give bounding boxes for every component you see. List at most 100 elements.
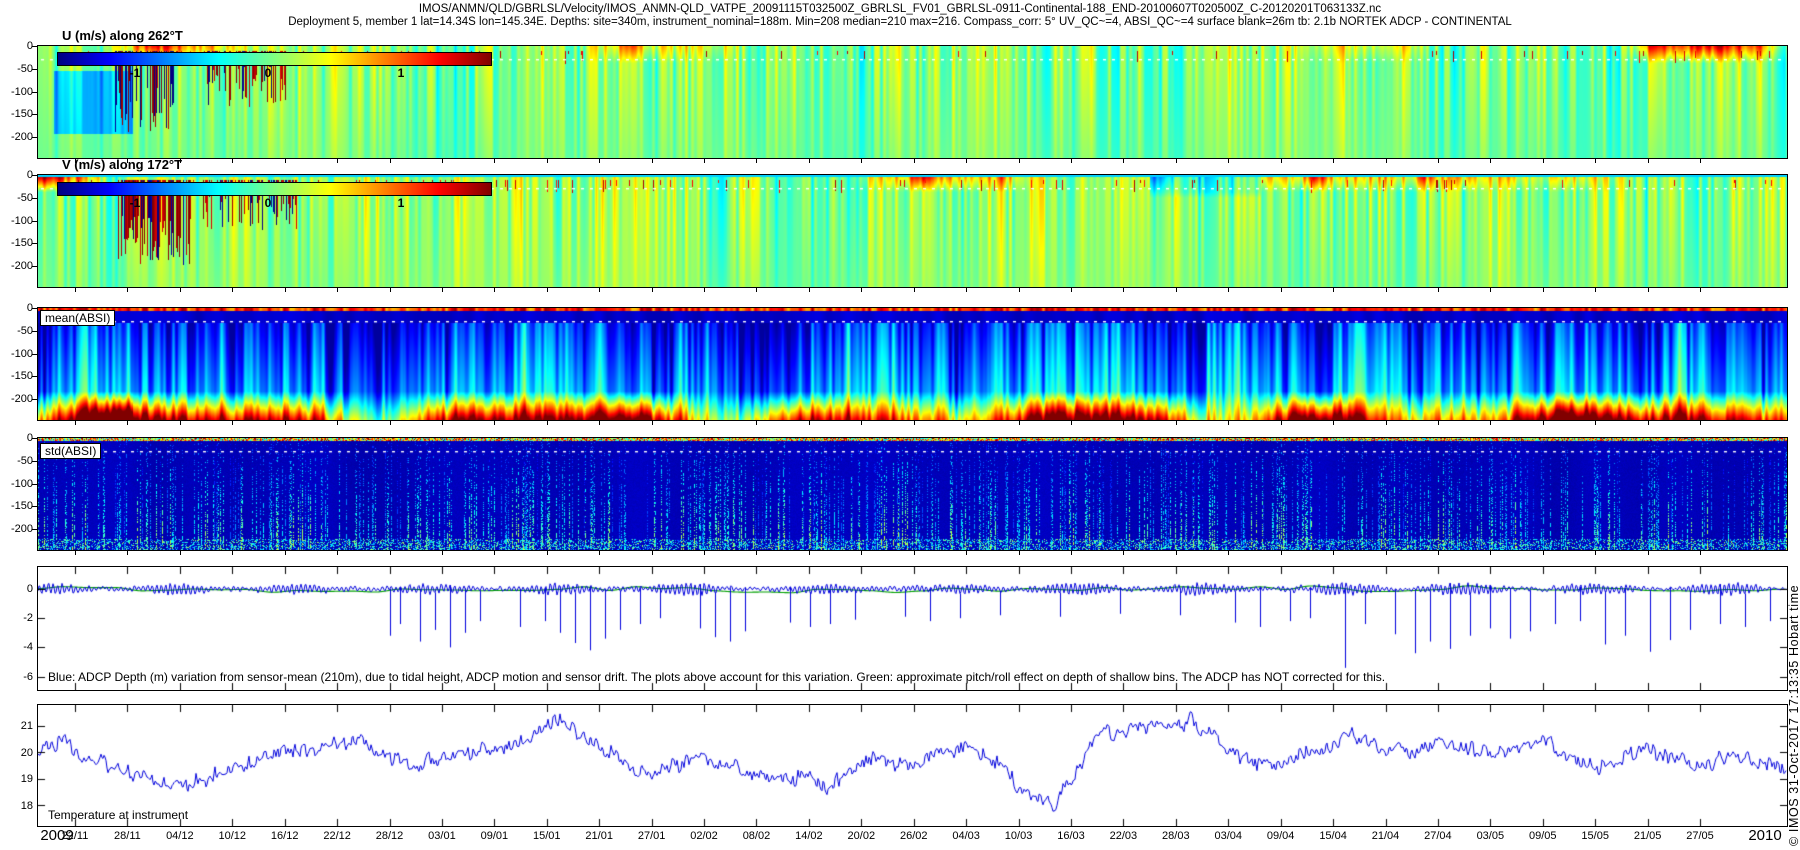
y-tick-label: -50: [0, 325, 33, 337]
x-tick-mark: [1228, 551, 1229, 555]
y-tick-label: -2: [0, 612, 33, 624]
y-tick-mark: [32, 114, 37, 115]
x-tick-mark: [914, 421, 915, 425]
x-tick-label: 03/05: [1468, 830, 1512, 842]
x-tick-mark: [1648, 421, 1649, 425]
std-absi-panel: [37, 437, 1788, 551]
x-tick-mark: [1595, 551, 1596, 555]
x-tick-label: 21/05: [1626, 830, 1670, 842]
x-tick-mark: [1281, 288, 1282, 292]
y-tick-mark: [32, 243, 37, 244]
x-tick-mark: [1176, 159, 1177, 163]
x-tick-label: 08/02: [734, 830, 778, 842]
x-tick-mark: [914, 288, 915, 292]
x-tick-mark: [75, 421, 76, 425]
x-tick-mark: [547, 421, 548, 425]
x-tick-mark: [1071, 159, 1072, 163]
x-tick-mark: [75, 159, 76, 163]
x-tick-mark: [75, 288, 76, 292]
x-tick-mark: [1648, 288, 1649, 292]
y-tick-label: -100: [0, 86, 33, 98]
y-tick-mark: [32, 529, 37, 530]
panel-label-u-velocity: U (m/s) along 262°T: [62, 28, 183, 43]
figure-subtitle-deployment: Deployment 5, member 1 lat=14.34S lon=14…: [0, 16, 1800, 28]
y-tick-mark: [32, 331, 37, 332]
x-tick-mark: [1386, 159, 1387, 163]
x-tick-mark: [914, 159, 915, 163]
y-tick-label: -50: [0, 63, 33, 75]
x-tick-mark: [494, 288, 495, 292]
x-tick-mark: [1648, 159, 1649, 163]
panel-label-mean-absi: mean(ABSI): [40, 310, 115, 326]
x-tick-mark: [756, 159, 757, 163]
y-tick-label: -150: [0, 108, 33, 120]
x-tick-mark: [652, 551, 653, 555]
y-tick-label: 18: [0, 800, 33, 812]
x-tick-mark: [861, 288, 862, 292]
x-tick-mark: [809, 159, 810, 163]
panel-label-v-velocity: V (m/s) along 172°T: [62, 157, 182, 172]
x-tick-mark: [75, 551, 76, 555]
y-tick-label: -6: [0, 671, 33, 683]
y-tick-mark: [32, 484, 37, 485]
x-tick-mark: [390, 288, 391, 292]
x-tick-mark: [547, 551, 548, 555]
x-tick-mark: [180, 421, 181, 425]
x-tick-mark: [1333, 159, 1334, 163]
x-tick-mark: [494, 551, 495, 555]
x-tick-mark: [1386, 551, 1387, 555]
y-tick-mark: [32, 461, 37, 462]
y-tick-label: 0: [0, 302, 33, 314]
x-tick-label: 09/04: [1259, 830, 1303, 842]
x-tick-mark: [1700, 551, 1701, 555]
x-tick-label: 15/01: [525, 830, 569, 842]
x-tick-label: 27/01: [630, 830, 674, 842]
y-tick-label: -50: [0, 455, 33, 467]
temperature-panel: [37, 704, 1788, 827]
y-tick-label: -100: [0, 215, 33, 227]
y-tick-mark: [32, 175, 37, 176]
x-tick-mark: [599, 288, 600, 292]
x-tick-mark: [861, 159, 862, 163]
y-tick-mark: [32, 221, 37, 222]
x-tick-mark: [599, 421, 600, 425]
x-tick-label: 15/05: [1573, 830, 1617, 842]
x-tick-mark: [1123, 421, 1124, 425]
x-tick-mark: [704, 421, 705, 425]
x-tick-mark: [390, 421, 391, 425]
x-tick-label: 27/04: [1416, 830, 1460, 842]
x-tick-mark: [809, 421, 810, 425]
x-tick-mark: [494, 421, 495, 425]
x-tick-mark: [232, 551, 233, 555]
x-tick-mark: [1176, 421, 1177, 425]
y-tick-label: 20: [0, 747, 33, 759]
x-tick-mark: [1700, 159, 1701, 163]
x-tick-label: 21/04: [1364, 830, 1408, 842]
x-tick-mark: [1071, 421, 1072, 425]
x-tick-mark: [337, 288, 338, 292]
x-tick-mark: [1490, 551, 1491, 555]
x-tick-label: 16/12: [263, 830, 307, 842]
x-tick-mark: [180, 159, 181, 163]
x-tick-label: 03/01: [420, 830, 464, 842]
x-tick-mark: [1281, 159, 1282, 163]
x-tick-mark: [652, 421, 653, 425]
x-tick-mark: [809, 288, 810, 292]
temperature-line-chart: [38, 705, 1787, 826]
y-tick-mark: [32, 198, 37, 199]
y-tick-label: 0: [0, 583, 33, 595]
x-tick-label: 04/03: [944, 830, 988, 842]
x-tick-mark: [442, 421, 443, 425]
x-tick-mark: [1071, 551, 1072, 555]
x-tick-mark: [1595, 159, 1596, 163]
y-tick-label: 19: [0, 773, 33, 785]
x-tick-label: 16/03: [1049, 830, 1093, 842]
x-tick-label: 14/02: [787, 830, 831, 842]
x-tick-mark: [1176, 551, 1177, 555]
x-tick-label: 21/01: [577, 830, 621, 842]
x-tick-label: 15/04: [1311, 830, 1355, 842]
x-tick-label: 03/04: [1206, 830, 1250, 842]
x-tick-mark: [180, 288, 181, 292]
v-colorbar: [57, 182, 492, 196]
x-tick-mark: [599, 551, 600, 555]
